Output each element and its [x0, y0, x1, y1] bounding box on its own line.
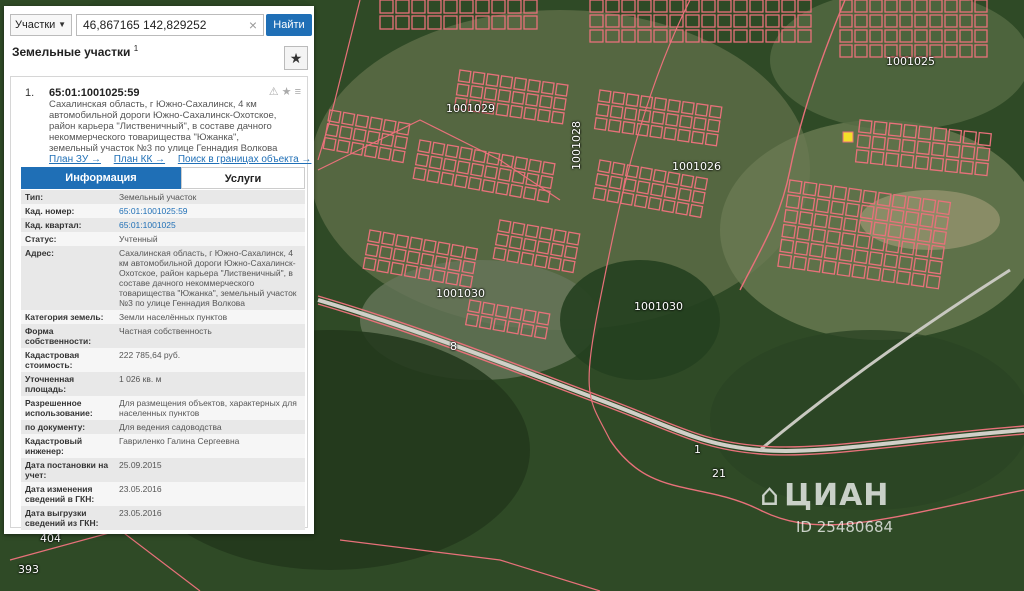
info-row: Уточненная площадь: 1 026 кв. м	[21, 372, 305, 396]
selected-parcel-highlight[interactable]	[842, 131, 854, 143]
info-row: Тип: Земельный участок	[21, 190, 305, 204]
info-panel: Участки ▼ 46,867165 142,829252 × Найти З…	[4, 6, 314, 534]
info-row: Дата изменения сведений в ГКН: 23.05.2016	[21, 482, 305, 506]
result-address: Сахалинская область, г Южно-Сахалинск, 4…	[49, 99, 278, 154]
tab-services[interactable]: Услуги	[181, 167, 305, 189]
info-row: Адрес: Сахалинская область, г Южно-Сахали…	[21, 246, 305, 310]
info-row: Кадастровая стоимость: 222 785,64 руб.	[21, 348, 305, 372]
info-value: 23.05.2016	[115, 482, 305, 506]
info-value: Земли населённых пунктов	[115, 310, 305, 324]
favorite-star-icon[interactable]: ★	[284, 46, 308, 70]
cian-watermark: ⌂ ЦИАН	[760, 478, 889, 513]
info-row: Статус: Учтенный	[21, 232, 305, 246]
result-action-icons: ⚠ ★ ≡	[269, 85, 301, 98]
info-table: Тип: Земельный участок Кад. номер: 65:01:10…	[21, 190, 305, 530]
search-input[interactable]: 46,867165 142,829252 ×	[76, 14, 264, 36]
search-query: 46,867165 142,829252	[83, 18, 207, 32]
info-row: по документу: Для ведения садоводства	[21, 420, 305, 434]
result-number: 1.	[25, 87, 35, 99]
quarter-label: 1001028	[570, 121, 583, 170]
menu-icon[interactable]: ≡	[295, 86, 301, 98]
panel-title-text: Земельные участки	[12, 45, 131, 59]
quarter-label: 1001030	[436, 287, 485, 300]
quarter-label: 1001026	[672, 160, 721, 173]
info-key: Статус:	[21, 232, 115, 246]
info-value: 23.05.2016	[115, 506, 305, 530]
info-key: Кадастровый инженер:	[21, 434, 115, 458]
info-value: Гавриленко Галина Сергеевна	[115, 434, 305, 458]
cian-watermark-id: ID 25480684	[796, 518, 894, 536]
panel-title: Земельные участки 1	[12, 44, 138, 59]
info-key: Адрес:	[21, 246, 115, 310]
result-links: План ЗУ → План КК → Поиск в границах объ…	[49, 154, 321, 165]
info-key: Кадастровая стоимость:	[21, 348, 115, 372]
info-row: Разрешенное использование: Для размещения…	[21, 396, 305, 420]
quarter-label: 1001025	[886, 55, 935, 68]
info-key: Кад. квартал:	[21, 218, 115, 232]
search-mode-select[interactable]: Участки ▼	[10, 14, 72, 36]
info-row: Форма собственности: Частная собственност…	[21, 324, 305, 348]
road-label: 21	[712, 467, 726, 480]
info-row: Дата постановки на учет: 25.09.2015	[21, 458, 305, 482]
tab-bar: Информация Услуги	[21, 167, 305, 189]
info-value[interactable]: 65:01:1001025	[115, 218, 305, 232]
info-value: Сахалинская область, г Южно-Сахалинск, 4…	[115, 246, 305, 310]
quarter-label: 1001029	[446, 102, 495, 115]
info-value: 222 785,64 руб.	[115, 348, 305, 372]
plan-zu-link[interactable]: План ЗУ →	[49, 154, 101, 165]
close-icon[interactable]: ×	[249, 15, 257, 35]
info-value: 1 026 кв. м	[115, 372, 305, 396]
result-card: 1. 65:01:1001025:59 ⚠ ★ ≡ Сахалинская об…	[10, 76, 311, 530]
info-value: Земельный участок	[115, 190, 305, 204]
cian-logo-icon: ⌂	[760, 478, 780, 513]
info-key: Дата постановки на учет:	[21, 458, 115, 482]
info-value: Частная собственность	[115, 324, 305, 348]
result-count: 1	[133, 44, 139, 53]
info-key: Дата изменения сведений в ГКН:	[21, 482, 115, 506]
info-value: Для ведения садоводства	[115, 420, 305, 434]
info-key: Форма собственности:	[21, 324, 115, 348]
info-key: Дата выгрузки сведений из ГКН:	[21, 506, 115, 530]
search-mode-label: Участки	[15, 19, 56, 31]
info-row: Кадастровый инженер: Гавриленко Галина Се…	[21, 434, 305, 458]
info-key: Разрешенное использование:	[21, 396, 115, 420]
info-row: Дата выгрузки сведений из ГКН: 23.05.2016	[21, 506, 305, 530]
info-key: по документу:	[21, 420, 115, 434]
cian-brand: ЦИАН	[784, 478, 890, 513]
search-button[interactable]: Найти	[266, 14, 312, 36]
chevron-down-icon: ▼	[58, 20, 66, 29]
search-in-bounds-link[interactable]: Поиск в границах объекта →	[178, 154, 312, 165]
info-value[interactable]: 65:01:1001025:59	[115, 204, 305, 218]
info-value: Для размещения объектов, характерных для…	[115, 396, 305, 420]
road-label: 393	[18, 563, 39, 576]
info-value: Учтенный	[115, 232, 305, 246]
info-value: 25.09.2015	[115, 458, 305, 482]
road-label: 1	[694, 443, 701, 456]
info-row: Категория земель: Земли населённых пункто…	[21, 310, 305, 324]
info-key: Тип:	[21, 190, 115, 204]
star-icon[interactable]: ★	[282, 86, 292, 98]
info-key: Кад. номер:	[21, 204, 115, 218]
result-cadastral-id[interactable]: 65:01:1001025:59	[49, 87, 140, 99]
tab-information[interactable]: Информация	[21, 167, 181, 189]
quarter-label: 1001030	[634, 300, 683, 313]
info-row: Кад. номер: 65:01:1001025:59	[21, 204, 305, 218]
road-label: 8	[450, 340, 457, 353]
warning-icon[interactable]: ⚠	[269, 86, 279, 98]
plan-kk-link[interactable]: План КК →	[114, 154, 165, 165]
info-key: Уточненная площадь:	[21, 372, 115, 396]
search-bar: Участки ▼ 46,867165 142,829252 × Найти	[8, 10, 312, 36]
info-key: Категория земель:	[21, 310, 115, 324]
info-row: Кад. квартал: 65:01:1001025	[21, 218, 305, 232]
